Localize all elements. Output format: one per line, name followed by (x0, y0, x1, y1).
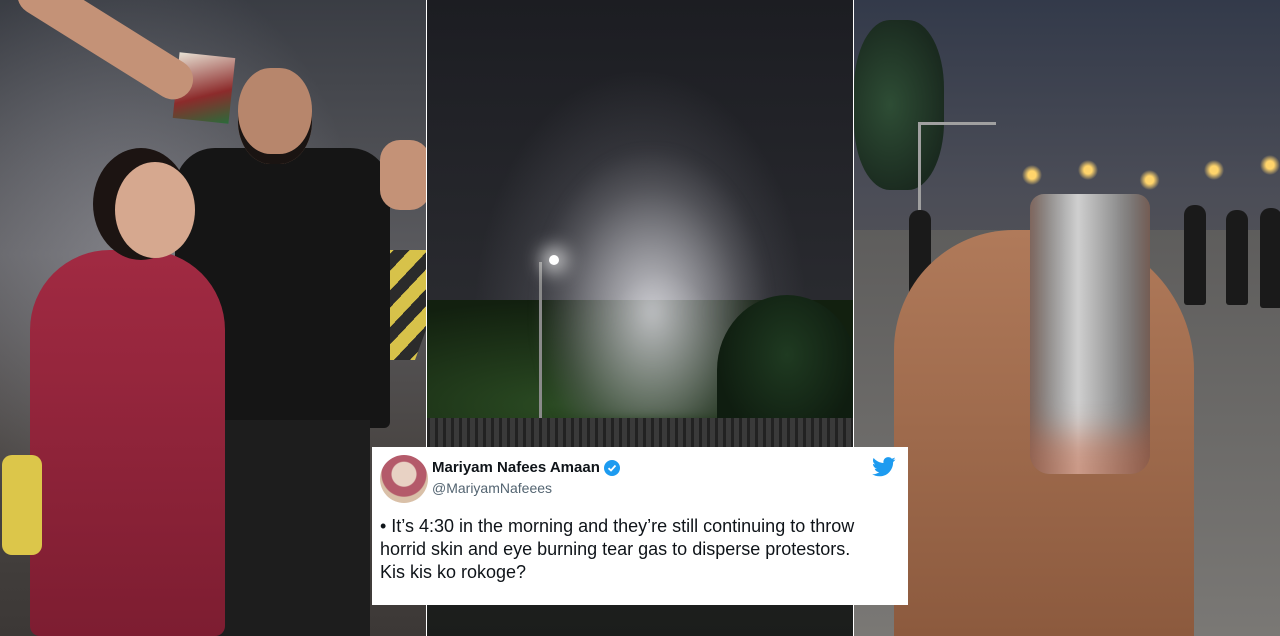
tweet-author: Mariyam Nafees Amaan (432, 459, 620, 476)
street-lamp-arm (918, 122, 996, 125)
person-silhouette (1260, 208, 1280, 308)
street-light (549, 255, 559, 265)
raised-arm (9, 0, 201, 107)
photo-tear-gas-canister (854, 0, 1280, 636)
tree (854, 20, 944, 190)
user-handle[interactable]: @MariyamNafeees (432, 480, 552, 496)
woman-face (115, 162, 195, 258)
lamp-pole (539, 262, 542, 442)
man-trousers (205, 420, 370, 636)
person-silhouette (1184, 205, 1206, 305)
tear-gas-canister (1030, 194, 1150, 474)
tweet-text: • It’s 4:30 in the morning and they’re s… (380, 516, 855, 582)
man-face (238, 68, 312, 164)
person-silhouette (1226, 210, 1248, 305)
avatar[interactable] (380, 455, 428, 503)
woman-red-dress (30, 250, 225, 636)
iron-fence (427, 418, 854, 448)
verified-badge-icon (603, 459, 620, 476)
display-name[interactable]: Mariyam Nafees Amaan (432, 459, 600, 476)
distant-lights (1004, 150, 1280, 200)
photo-couple-at-protest (0, 0, 427, 636)
twitter-bird-icon[interactable] (872, 457, 896, 477)
man-arm (380, 140, 427, 210)
tweet-card[interactable]: Mariyam Nafees Amaan @MariyamNafeees • I… (372, 447, 908, 605)
yellow-bag (2, 455, 42, 555)
